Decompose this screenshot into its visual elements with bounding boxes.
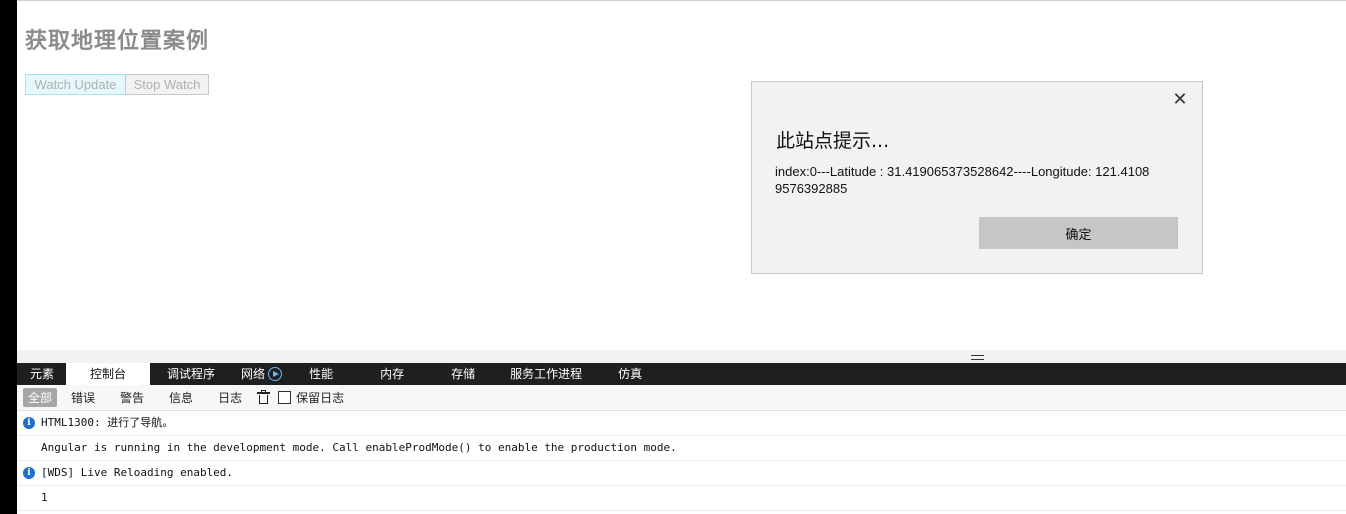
devtools-tab-bar: 元素 控制台 调试程序 网络 性能 内存 存储 服务工作进程 仿真 <box>17 363 1346 385</box>
log-entry: i HTML1300: 进行了导航。 <box>17 411 1346 436</box>
tab-network[interactable]: 网络 <box>228 363 295 385</box>
close-icon[interactable]: ✕ <box>1172 91 1188 109</box>
devtools-panel: 元素 控制台 调试程序 网络 性能 内存 存储 服务工作进程 仿真 全部 错误 … <box>17 350 1346 514</box>
preserve-log-label: 保留日志 <box>296 391 345 405</box>
tab-service-workers[interactable]: 服务工作进程 <box>497 363 600 385</box>
info-icon: i <box>23 467 35 479</box>
log-text: HTML1300: 进行了导航。 <box>41 416 174 429</box>
tab-memory[interactable]: 内存 <box>355 363 426 385</box>
alert-dialog: ✕ 此站点提示... index:0---Latitude : 31.41906… <box>751 81 1203 274</box>
grip-icon[interactable] <box>971 355 984 360</box>
stop-watch-button[interactable]: Stop Watch <box>125 74 209 95</box>
tab-label: 元素 <box>30 367 55 381</box>
watch-update-button[interactable]: Watch Update <box>25 74 126 95</box>
tab-elements[interactable]: 元素 <box>17 363 66 385</box>
trash-icon[interactable] <box>257 390 271 404</box>
tab-debugger[interactable]: 调试程序 <box>150 363 228 385</box>
alert-title: 此站点提示... <box>776 130 890 152</box>
filter-errors-button[interactable]: 错误 <box>66 388 100 407</box>
info-icon: i <box>23 417 35 429</box>
tab-label: 服务工作进程 <box>510 367 583 381</box>
tab-storage[interactable]: 存储 <box>426 363 497 385</box>
tab-label: 网络 <box>241 367 266 381</box>
log-entry: 1 <box>17 486 1346 511</box>
ok-button[interactable]: 确定 <box>979 217 1178 249</box>
filter-info-button[interactable]: 信息 <box>164 388 198 407</box>
page-title: 获取地理位置案例 <box>25 29 210 54</box>
log-entry: Angular is running in the development mo… <box>17 436 1346 461</box>
tab-label: 存储 <box>451 367 476 381</box>
tab-label: 仿真 <box>618 367 643 381</box>
tab-label: 调试程序 <box>167 367 216 381</box>
preserve-log-checkbox[interactable] <box>278 391 292 404</box>
tab-label: 控制台 <box>90 367 127 381</box>
tab-label: 内存 <box>380 367 405 381</box>
console-log: i HTML1300: 进行了导航。 Angular is running in… <box>17 411 1346 511</box>
tab-label: 性能 <box>309 367 334 381</box>
tab-console[interactable]: 控制台 <box>66 363 151 385</box>
web-page: 获取地理位置案例 Watch Update Stop Watch ✕ 此站点提示… <box>17 0 1346 350</box>
filter-warnings-button[interactable]: 警告 <box>115 388 149 407</box>
log-text: Angular is running in the development mo… <box>41 441 677 454</box>
tab-performance[interactable]: 性能 <box>295 363 355 385</box>
panel-splitter[interactable] <box>17 350 1346 363</box>
filter-logs-button[interactable]: 日志 <box>213 388 247 407</box>
log-entry: i [WDS] Live Reloading enabled. <box>17 461 1346 486</box>
play-circle-icon <box>268 367 283 381</box>
tab-emulation[interactable]: 仿真 <box>600 363 655 385</box>
log-text: [WDS] Live Reloading enabled. <box>41 466 234 479</box>
filter-all-button[interactable]: 全部 <box>23 388 58 407</box>
alert-message: index:0---Latitude : 31.419065373528642-… <box>775 164 1150 196</box>
console-toolbar: 全部 错误 警告 信息 日志 保留日志 <box>17 385 1346 411</box>
log-text: 1 <box>41 491 48 504</box>
